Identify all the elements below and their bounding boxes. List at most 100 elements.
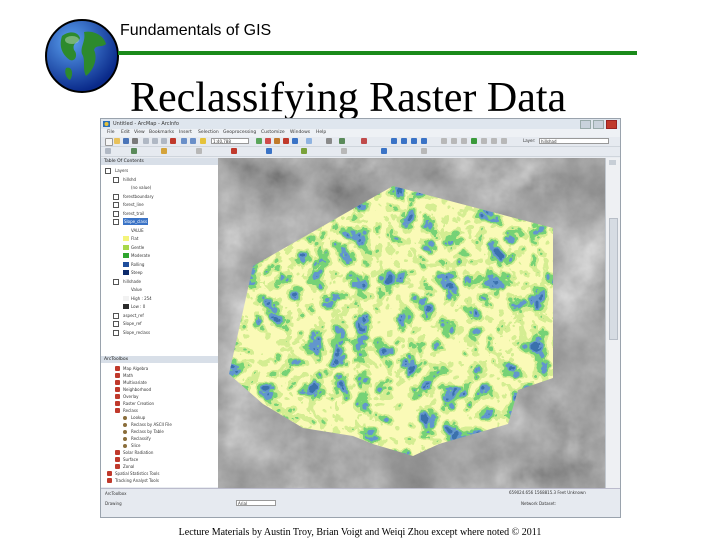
copy-icon[interactable] <box>152 138 158 144</box>
toc-layer-row[interactable]: forestboundary <box>101 193 218 200</box>
arctoolbox-tab[interactable]: ArcToolbox <box>105 491 127 496</box>
toolbox-tool[interactable]: Reclass by ASCII File <box>101 421 218 428</box>
drawing-menu[interactable]: Drawing <box>105 501 122 506</box>
toolbox-tool[interactable]: Slice <box>101 442 218 449</box>
layer-visibility-checkbox[interactable] <box>113 329 119 336</box>
cut-icon[interactable] <box>143 138 149 144</box>
identify-icon[interactable] <box>391 138 397 144</box>
menu-view[interactable]: View <box>134 130 145 135</box>
pan-icon[interactable] <box>461 138 467 144</box>
map-scrollbar[interactable] <box>605 158 620 488</box>
toc-legend-row[interactable]: Rolling <box>101 261 218 268</box>
rotate-icon[interactable] <box>196 148 202 154</box>
save-icon[interactable] <box>123 138 129 144</box>
georef-icon[interactable] <box>131 148 137 154</box>
toc-legend-row[interactable]: Value <box>101 286 218 293</box>
layer-visibility-checkbox[interactable] <box>113 202 119 208</box>
menu-help[interactable]: Help <box>316 130 326 135</box>
redo-icon[interactable] <box>190 138 196 144</box>
toc-legend-row[interactable]: Low : 0 <box>101 303 218 310</box>
tin-icon[interactable] <box>301 148 307 154</box>
forward-extent-icon[interactable] <box>491 138 497 144</box>
zoom-out-icon[interactable] <box>451 138 457 144</box>
minimize-button[interactable] <box>580 120 591 129</box>
open-folder-icon[interactable] <box>114 138 120 144</box>
toolbox-tool[interactable]: Lookup <box>101 414 218 421</box>
layer-visibility-checkbox[interactable] <box>113 219 119 225</box>
catalog-icon[interactable] <box>274 138 280 144</box>
map-view[interactable] <box>218 158 606 488</box>
layer-visibility-checkbox[interactable] <box>113 193 119 200</box>
toc-layer-row[interactable]: hillshade <box>101 278 218 285</box>
toc-layer-row[interactable]: Layers <box>101 167 218 174</box>
arctoolbox-icon[interactable] <box>283 138 289 144</box>
swipe-icon[interactable] <box>381 148 387 154</box>
paste-icon[interactable] <box>161 138 167 144</box>
zoom-in-icon[interactable] <box>441 138 447 144</box>
toolbox-toolset[interactable]: Overlay <box>101 393 218 400</box>
close-button[interactable] <box>606 120 617 129</box>
3d-analyst-icon[interactable] <box>266 148 272 154</box>
menu-selection[interactable]: Selection <box>198 130 219 135</box>
toc-legend-row[interactable]: Steep <box>101 269 218 276</box>
python-icon[interactable] <box>292 138 298 144</box>
menu-bookmarks[interactable]: Bookmarks <box>149 130 174 135</box>
toc-layer-row[interactable]: aspect_ref <box>101 312 218 319</box>
scroll-up-icon[interactable] <box>609 160 616 165</box>
toc-legend-row[interactable]: High : 254 <box>101 295 218 302</box>
layout-icon[interactable] <box>161 148 167 154</box>
font-combo[interactable]: Arial <box>236 500 276 506</box>
menu-insert[interactable]: Insert <box>179 130 192 135</box>
spatial-analyst-icon[interactable] <box>231 148 237 154</box>
menu-geoprocessing[interactable]: Geoprocessing <box>223 130 256 135</box>
toolbox-toolset[interactable]: Raster Creation <box>101 400 218 407</box>
undo-icon[interactable] <box>181 138 187 144</box>
print-icon[interactable] <box>132 138 138 144</box>
toolbox-tool[interactable]: Reclass by Table <box>101 428 218 435</box>
layer-combo[interactable]: hillshad <box>539 138 609 144</box>
toc-legend-row[interactable]: Gentle <box>101 244 218 251</box>
toc-layer-row[interactable]: hillshd <box>101 176 218 183</box>
toc-layer-row[interactable]: forest_line <box>101 201 218 208</box>
toolbox-toolset[interactable]: Multivariate <box>101 379 218 386</box>
menu-file[interactable]: File <box>107 130 115 135</box>
layer-visibility-checkbox[interactable] <box>105 168 111 174</box>
toolbox-toolset[interactable]: Solar Radiation <box>101 449 218 456</box>
maximize-button[interactable] <box>593 120 604 129</box>
toolbox-toolset[interactable]: Math <box>101 372 218 379</box>
toolbox-toolset[interactable]: Tracking Analyst Tools <box>101 477 218 484</box>
toc-toggle-icon[interactable] <box>265 138 271 144</box>
layer-visibility-checkbox[interactable] <box>113 176 119 183</box>
find-icon[interactable] <box>401 138 407 144</box>
layer-visibility-checkbox[interactable] <box>113 210 119 217</box>
editor-toolbar-icon[interactable] <box>256 138 262 144</box>
hyperlink-icon[interactable] <box>421 138 427 144</box>
menu-windows[interactable]: Windows <box>290 130 310 135</box>
toolbox-toolset[interactable]: Neighborhood <box>101 386 218 393</box>
toolbox-tool[interactable]: Reclassify <box>101 435 218 442</box>
measure-icon[interactable] <box>411 138 417 144</box>
drawing-icon[interactable] <box>361 138 367 144</box>
toolbar-handle-icon[interactable] <box>105 148 111 154</box>
toc-layer-row[interactable]: Slope_ref <box>101 320 218 327</box>
delete-icon[interactable] <box>170 138 176 144</box>
search-icon[interactable] <box>306 138 312 144</box>
tools-icon[interactable] <box>421 148 427 154</box>
back-extent-icon[interactable] <box>481 138 487 144</box>
layer-visibility-checkbox[interactable] <box>113 312 119 319</box>
toc-layer-row[interactable]: Slope_class <box>101 218 218 225</box>
layer-visibility-checkbox[interactable] <box>113 321 119 327</box>
layer-visibility-checkbox[interactable] <box>113 278 119 285</box>
add-data-icon[interactable] <box>200 138 206 144</box>
model-builder-icon[interactable] <box>326 138 332 144</box>
select-features-icon[interactable] <box>501 138 507 144</box>
toolbox-toolset[interactable]: Zonal <box>101 463 218 470</box>
toc-legend-row[interactable]: Flat <box>101 235 218 242</box>
effects-icon[interactable] <box>341 148 347 154</box>
editor-icon[interactable] <box>339 138 345 144</box>
scroll-thumb[interactable] <box>609 218 618 340</box>
toc-legend-row[interactable]: VALUE <box>101 227 218 234</box>
toolbox-toolset[interactable]: Spatial Statistics Tools <box>101 470 218 477</box>
toc-legend-row[interactable]: Moderate <box>101 252 218 259</box>
menu-customize[interactable]: Customize <box>261 130 285 135</box>
